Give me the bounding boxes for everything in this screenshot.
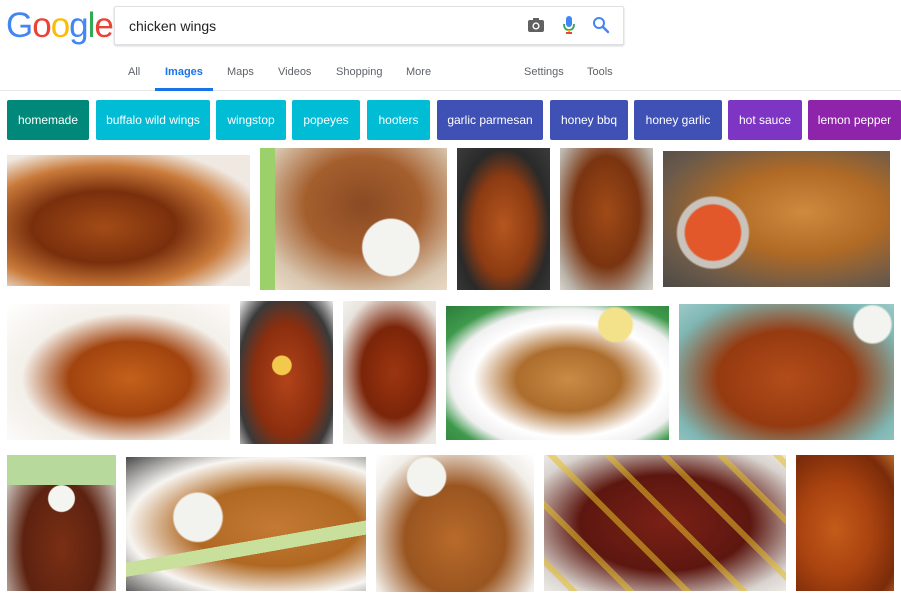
logo-letter: l	[87, 6, 96, 45]
chip-popeyes[interactable]: popeyes	[292, 100, 360, 140]
search-icon[interactable]	[590, 14, 612, 36]
chip-label: popeyes	[303, 113, 349, 127]
tab-images[interactable]: Images	[155, 66, 213, 91]
image-result[interactable]	[376, 455, 534, 592]
image-result[interactable]	[7, 455, 116, 591]
chip-lemon-pepper[interactable]: lemon pepper	[808, 100, 901, 140]
chip-label: homemade	[17, 113, 79, 127]
image-result[interactable]	[343, 301, 436, 444]
chip-homemade[interactable]: homemade	[7, 100, 89, 140]
chip-label: wingstop	[227, 113, 275, 127]
image-result[interactable]	[240, 301, 333, 444]
chip-label: garlic parmesan	[447, 113, 533, 127]
image-result[interactable]	[679, 304, 894, 440]
chip-hooters[interactable]: hooters	[367, 100, 430, 140]
chip-label: honey garlic	[645, 113, 711, 127]
chip-label: honey bbq	[560, 113, 618, 127]
logo-letter: o	[50, 6, 70, 45]
image-result[interactable]	[544, 455, 786, 591]
chip-wingstop[interactable]: wingstop	[216, 100, 286, 140]
image-result[interactable]	[126, 457, 366, 591]
image-result[interactable]	[7, 304, 230, 440]
image-result[interactable]	[7, 155, 250, 286]
chip-honey-garlic[interactable]: honey garlic	[634, 100, 722, 140]
tab-all[interactable]: All	[128, 66, 140, 78]
search-tabs: All Images Maps Videos Shopping More Set…	[0, 60, 901, 91]
chip-hot-sauce[interactable]: hot sauce	[728, 100, 802, 140]
logo-letter: e	[94, 6, 113, 45]
image-result[interactable]	[457, 148, 550, 290]
image-result[interactable]	[446, 306, 669, 440]
chip-buffalo-wild-wings[interactable]: buffalo wild wings	[96, 100, 210, 140]
tab-shopping[interactable]: Shopping	[336, 66, 383, 78]
chip-label: hot sauce	[738, 113, 792, 127]
mic-icon[interactable]	[558, 14, 580, 36]
chip-label: lemon pepper	[817, 113, 892, 127]
chip-honey-bbq[interactable]: honey bbq	[550, 100, 628, 140]
tab-maps[interactable]: Maps	[227, 66, 254, 78]
tab-videos[interactable]: Videos	[278, 66, 311, 78]
related-searches-bar: homemade buffalo wild wings wingstop pop…	[7, 100, 901, 140]
logo-letter: g	[69, 6, 88, 45]
image-result[interactable]	[260, 148, 447, 290]
tab-settings[interactable]: Settings	[524, 66, 564, 78]
search-box[interactable]: chicken wings	[114, 6, 624, 45]
logo-letter: o	[32, 6, 51, 45]
image-result[interactable]	[796, 455, 894, 591]
search-input[interactable]: chicken wings	[129, 18, 216, 34]
tab-more[interactable]: More	[406, 66, 431, 78]
tab-tools[interactable]: Tools	[587, 66, 613, 78]
image-result[interactable]	[663, 151, 890, 287]
header: Google chicken wings All Images Maps Vid…	[0, 0, 901, 91]
chip-label: hooters	[378, 113, 419, 127]
chip-garlic-parmesan[interactable]: garlic parmesan	[437, 100, 543, 140]
logo-letter: G	[6, 6, 33, 45]
image-result[interactable]	[560, 148, 653, 290]
camera-icon[interactable]	[525, 14, 547, 36]
chip-label: buffalo wild wings	[106, 113, 200, 127]
google-logo[interactable]: Google	[6, 6, 114, 45]
